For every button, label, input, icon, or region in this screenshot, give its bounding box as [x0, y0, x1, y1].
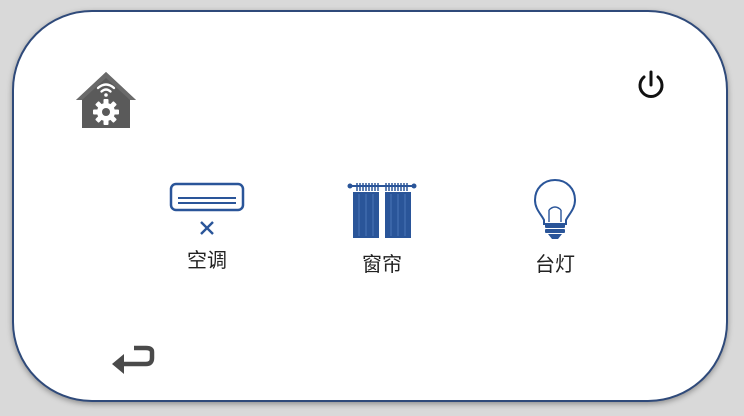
device-label: 空调	[187, 248, 227, 272]
screen: 空调 窗帘 台灯	[0, 0, 744, 416]
return-arrow-icon[interactable]	[108, 342, 156, 378]
device-desk-lamp[interactable]: 台灯	[500, 178, 610, 276]
close-x-icon	[200, 221, 214, 235]
device-curtain[interactable]: 窗帘	[327, 182, 437, 276]
control-panel: 空调 窗帘 台灯	[12, 10, 728, 402]
smart-home-gear-icon	[76, 72, 136, 128]
air-conditioner-icon	[169, 182, 245, 235]
power-icon[interactable]	[634, 68, 668, 102]
curtain-icon	[347, 183, 417, 238]
device-label: 窗帘	[362, 252, 402, 276]
light-bulb-icon	[533, 178, 577, 239]
device-label: 台灯	[535, 252, 575, 276]
device-air-conditioner[interactable]: 空调	[152, 182, 262, 272]
